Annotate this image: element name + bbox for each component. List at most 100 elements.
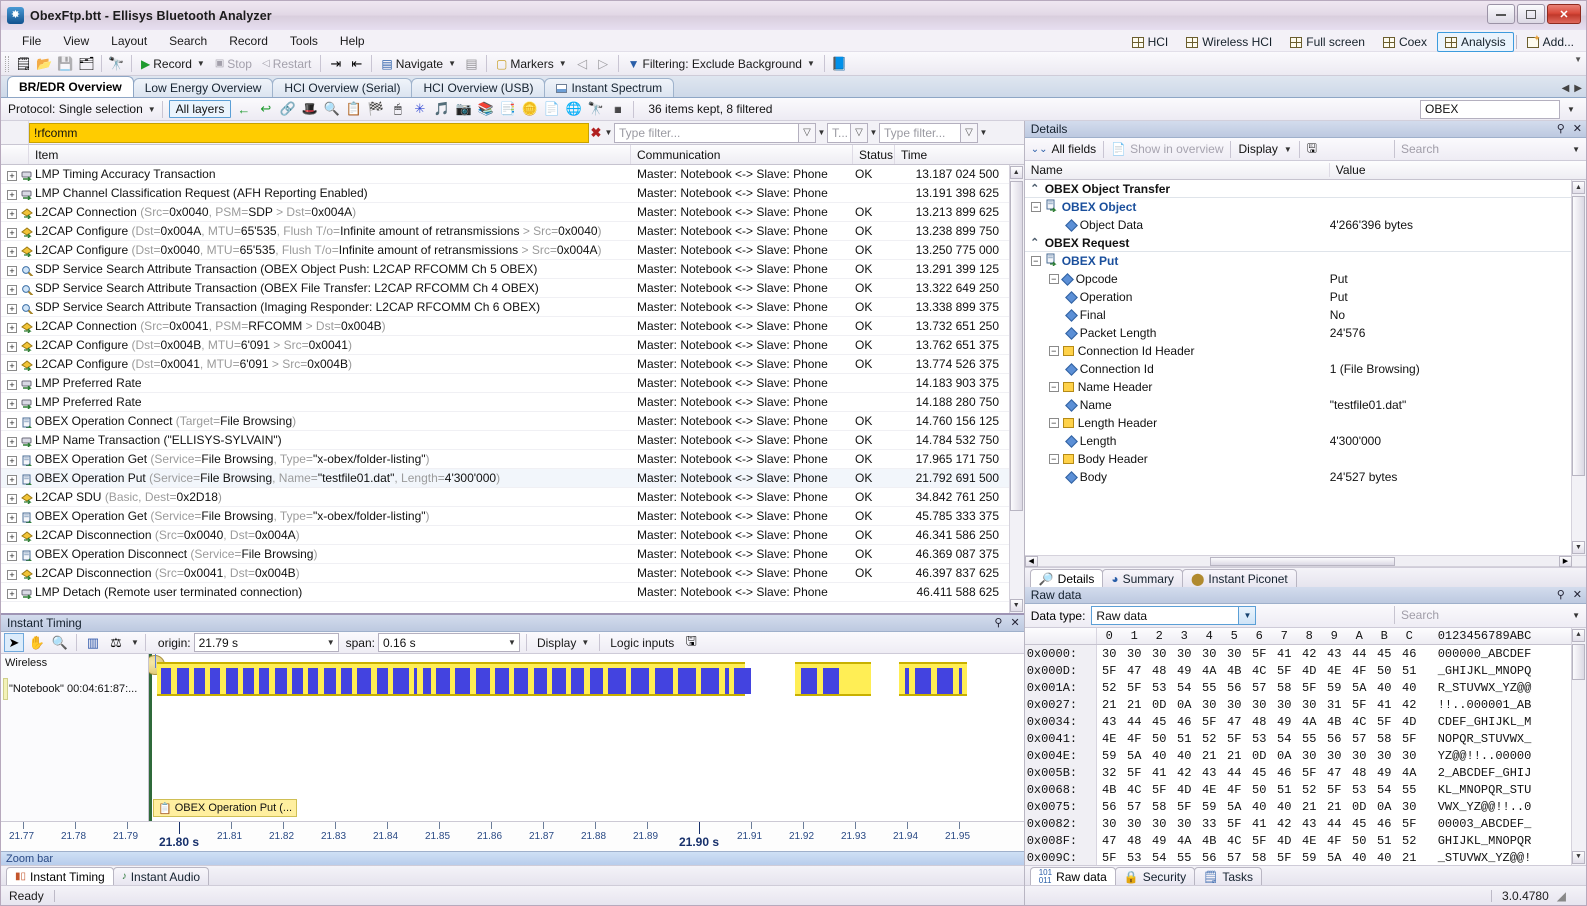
- menu-layout[interactable]: Layout: [100, 32, 158, 50]
- status-filter-input[interactable]: T...: [827, 123, 851, 143]
- hex-byte[interactable]: 5F: [1097, 664, 1122, 678]
- hex-byte[interactable]: 30: [1372, 749, 1397, 763]
- expand-icon[interactable]: −: [1049, 418, 1059, 428]
- export-details-icon[interactable]: 🖫: [1307, 139, 1317, 160]
- scroll-down-button[interactable]: ▼: [1010, 599, 1023, 612]
- timing-plot[interactable]: 📋 OBEX Operation Put (...: [149, 654, 1024, 821]
- details-search-input[interactable]: Search: [1394, 140, 1564, 158]
- pin-icon[interactable]: ⚲: [994, 616, 1002, 629]
- communication-filter-input[interactable]: Type filter...: [614, 123, 799, 143]
- table-row[interactable]: +OBEX Operation Get (Service=File Browsi…: [1, 507, 1024, 526]
- hex-byte[interactable]: 5F: [1322, 783, 1347, 797]
- table-row[interactable]: +OBEX Operation Put (Service=File Browsi…: [1, 469, 1024, 488]
- hex-byte[interactable]: 46: [1172, 715, 1197, 729]
- communication-filter-caret-icon[interactable]: ▼: [816, 128, 827, 137]
- table-row[interactable]: +L2CAP Configure (Dst=0x004B, MTU=6'091 …: [1, 336, 1024, 355]
- close-button[interactable]: ✕: [1547, 4, 1581, 24]
- workspace-tab-add[interactable]: Add...: [1519, 32, 1582, 52]
- hex-byte[interactable]: 56: [1222, 681, 1247, 695]
- hex-byte[interactable]: 4E: [1097, 732, 1122, 746]
- toolbar-grip[interactable]: [5, 56, 9, 72]
- globe-icon[interactable]: 🌐: [564, 100, 583, 118]
- expand-icon[interactable]: +: [7, 190, 17, 200]
- origin-input[interactable]: 21.79 s ▼: [194, 633, 339, 652]
- zoom-bar[interactable]: Zoom bar: [1, 851, 1024, 865]
- hex-byte[interactable]: 32: [1097, 766, 1122, 780]
- hex-byte[interactable]: 30: [1147, 817, 1172, 831]
- hat-icon[interactable]: 🎩: [300, 100, 319, 118]
- hex-byte[interactable]: 4C: [1247, 664, 1272, 678]
- timing-packet[interactable]: [226, 668, 238, 694]
- hex-byte[interactable]: 42: [1272, 817, 1297, 831]
- hex-byte[interactable]: 5F: [1172, 800, 1197, 814]
- back-arrow-icon[interactable]: ←: [234, 100, 253, 118]
- hex-byte[interactable]: 5A: [1322, 851, 1347, 865]
- details-tab-details[interactable]: 🔎 Details: [1030, 569, 1104, 587]
- binary-icon[interactable]: ▦: [608, 100, 627, 118]
- measure-icon[interactable]: ⚖: [106, 633, 126, 652]
- expand-icon[interactable]: +: [7, 209, 17, 219]
- table-row[interactable]: +SDP Service Search Attribute Transactio…: [1, 279, 1024, 298]
- expand-icon[interactable]: −: [1049, 454, 1059, 464]
- hex-byte[interactable]: 40: [1172, 749, 1197, 763]
- hex-byte[interactable]: 58: [1272, 681, 1297, 695]
- zoom-tool-icon[interactable]: 🔍: [50, 633, 70, 652]
- menu-search[interactable]: Search: [158, 32, 218, 50]
- hex-byte[interactable]: 53: [1147, 681, 1172, 695]
- table-row[interactable]: +L2CAP Connection (Src=0x0041, PSM=RFCOM…: [1, 317, 1024, 336]
- hex-byte[interactable]: 58: [1372, 732, 1397, 746]
- expand-icon[interactable]: +: [7, 532, 17, 542]
- timing-packet[interactable]: [915, 668, 931, 694]
- hex-byte[interactable]: 40: [1247, 800, 1272, 814]
- tab-bredr-overview[interactable]: BR/EDR Overview: [7, 76, 134, 97]
- timing-packet[interactable]: [608, 668, 626, 694]
- protocol-selector[interactable]: OBEX: [1420, 100, 1560, 119]
- timing-packet[interactable]: [734, 668, 751, 694]
- hex-byte[interactable]: 4C: [1347, 715, 1372, 729]
- hex-byte[interactable]: 30: [1172, 647, 1197, 661]
- expand-icon[interactable]: +: [7, 551, 17, 561]
- all-layers-button[interactable]: All layers: [169, 100, 232, 118]
- hex-byte[interactable]: 56: [1097, 800, 1122, 814]
- expand-icon[interactable]: −: [1049, 382, 1059, 392]
- hex-byte[interactable]: 58: [1247, 851, 1272, 865]
- filter-clear-icon[interactable]: ✖: [589, 125, 603, 141]
- column-header-item[interactable]: Item: [29, 145, 631, 164]
- scroll-thumb[interactable]: [1572, 644, 1585, 680]
- timing-packet[interactable]: [655, 668, 673, 694]
- hex-byte[interactable]: 4B: [1322, 715, 1347, 729]
- flag-icon[interactable]: 🏁: [366, 100, 385, 118]
- hex-byte[interactable]: 48: [1247, 715, 1272, 729]
- new-file-icon[interactable]: 🗒: [14, 54, 33, 73]
- status-filter-caret-icon[interactable]: ▼: [868, 128, 879, 137]
- expand-icon[interactable]: +: [7, 399, 17, 409]
- hex-byte[interactable]: 5F: [1272, 851, 1297, 865]
- tab-scroll-left[interactable]: ◀: [1562, 83, 1570, 94]
- collapse-chevron-icon[interactable]: ⌃: [1029, 236, 1041, 249]
- hex-byte[interactable]: 44: [1222, 766, 1247, 780]
- hex-byte[interactable]: 5F: [1122, 681, 1147, 695]
- hex-byte[interactable]: 57: [1247, 681, 1272, 695]
- column-header-status[interactable]: Status: [853, 145, 895, 164]
- table-row[interactable]: +L2CAP SDU (Basic, Dest=0x2D18)Master: N…: [1, 488, 1024, 507]
- hex-row[interactable]: 0x0000:3030303030305F414243444546000000_…: [1025, 645, 1586, 662]
- timing-packet[interactable]: [436, 668, 450, 694]
- details-tab-instant-piconet[interactable]: ⬤ Instant Piconet: [1182, 569, 1297, 587]
- timing-packet[interactable]: [495, 668, 509, 694]
- book-icon[interactable]: 📚: [476, 100, 495, 118]
- hex-byte[interactable]: 41: [1147, 766, 1172, 780]
- protocol-selector-caret-icon[interactable]: ▼: [1564, 100, 1578, 119]
- timing-packet[interactable]: [905, 668, 909, 694]
- hex-byte[interactable]: 40: [1397, 681, 1422, 695]
- packet-list-scrollbar[interactable]: ▲ ▼: [1009, 165, 1024, 613]
- details-field-row[interactable]: −OBEX Put: [1025, 252, 1586, 270]
- hex-byte[interactable]: 21: [1397, 851, 1422, 865]
- hex-byte[interactable]: 30: [1347, 749, 1372, 763]
- filtering-button[interactable]: ▼ Filtering: Exclude Background ▼: [624, 56, 819, 72]
- raw-data-search-caret-icon[interactable]: ▼: [1572, 606, 1580, 624]
- hex-byte[interactable]: 4E: [1197, 783, 1222, 797]
- save-timing-icon[interactable]: 🖫: [681, 633, 701, 652]
- hex-byte[interactable]: 50: [1147, 732, 1172, 746]
- hex-byte[interactable]: 57: [1222, 851, 1247, 865]
- hex-byte[interactable]: 30: [1397, 749, 1422, 763]
